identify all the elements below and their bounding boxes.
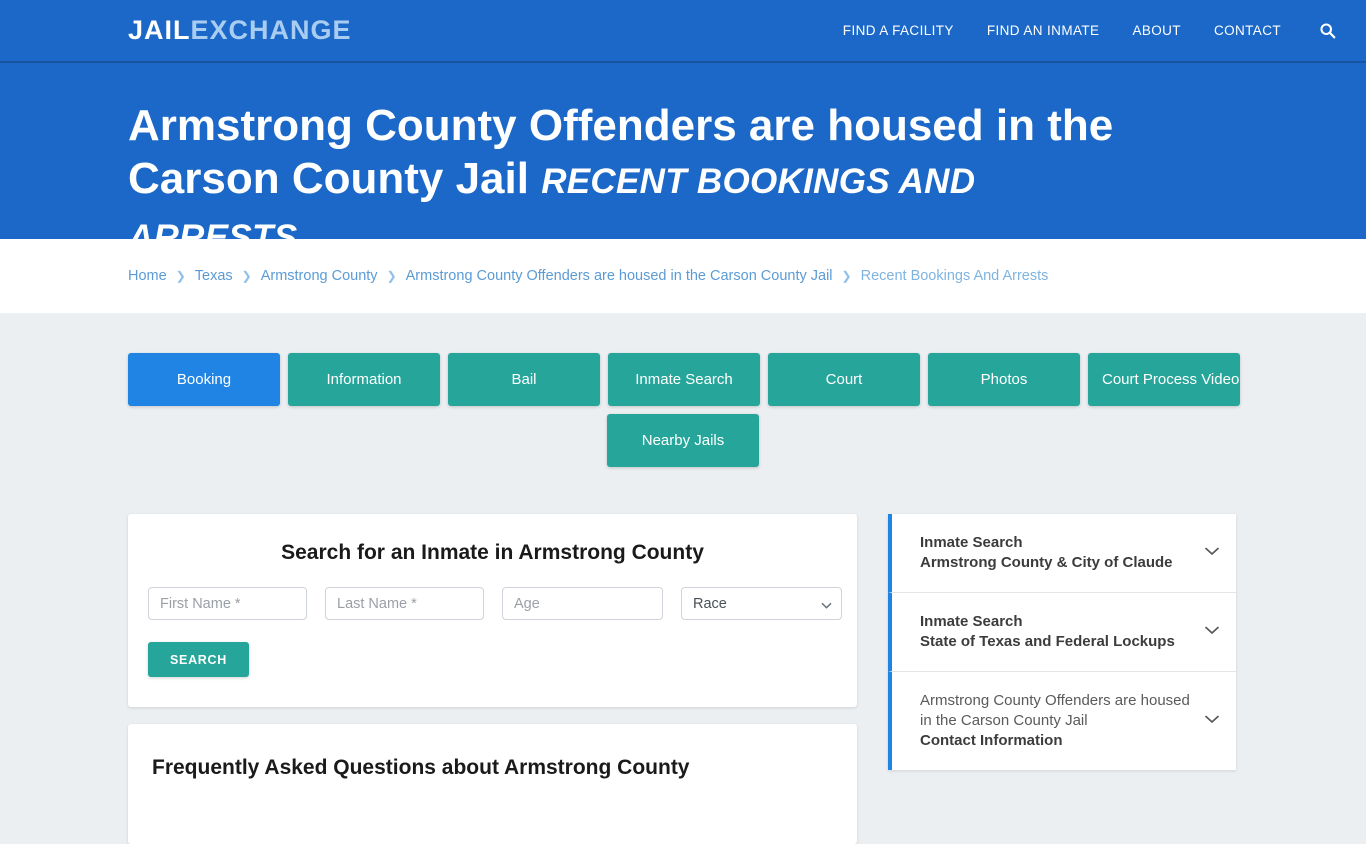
breadcrumb-item-texas[interactable]: Texas (195, 268, 233, 284)
sidebar-column: Inmate Search Armstrong County & City of… (888, 514, 1236, 770)
faq-title: Frequently Asked Questions about Armstro… (152, 756, 690, 779)
breadcrumb-separator-icon: ❯ (841, 269, 852, 283)
accordion-item-label: Inmate Search State of Texas and Federal… (920, 612, 1192, 652)
inmate-search-panel: Search for an Inmate in Armstrong County… (128, 514, 857, 707)
tab-row-primary: Booking Information Bail Inmate Search C… (128, 353, 1240, 406)
accordion-item-inmate-search-county[interactable]: Inmate Search Armstrong County & City of… (888, 514, 1236, 593)
tab-bar: Booking Information Bail Inmate Search C… (0, 313, 1366, 467)
logo-text-secondary: EXCHANGE (190, 15, 352, 45)
accordion-line-2: Contact Information (920, 732, 1063, 749)
tab-court[interactable]: Court (768, 353, 920, 406)
breadcrumb-separator-icon: ❯ (386, 269, 397, 283)
race-select-wrapper: Race (681, 587, 842, 620)
main-navbar: JAILEXCHANGE FIND A FACILITY FIND AN INM… (0, 0, 1366, 63)
tab-row-secondary: Nearby Jails (128, 414, 1238, 467)
breadcrumb-separator-icon: ❯ (175, 269, 186, 283)
tab-photos[interactable]: Photos (928, 353, 1080, 406)
tab-booking[interactable]: Booking (128, 353, 280, 406)
faq-panel: Frequently Asked Questions about Armstro… (128, 724, 857, 844)
nav-item-find-an-inmate[interactable]: FIND AN INMATE (987, 23, 1100, 38)
breadcrumb-item-current: Recent Bookings And Arrests (860, 268, 1049, 284)
accordion-item-contact-information[interactable]: Armstrong County Offenders are housed in… (888, 672, 1236, 770)
tab-nearby-jails[interactable]: Nearby Jails (607, 414, 759, 467)
site-header: JAILEXCHANGE FIND A FACILITY FIND AN INM… (0, 0, 1366, 257)
nav-item-about[interactable]: ABOUT (1132, 23, 1181, 38)
chevron-down-icon (1202, 709, 1222, 734)
inmate-search-title: Search for an Inmate in Armstrong County (281, 541, 704, 564)
logo-text-primary: JAIL (128, 15, 191, 45)
breadcrumb-item-home[interactable]: Home (128, 268, 167, 284)
nav-item-find-a-facility[interactable]: FIND A FACILITY (843, 23, 954, 38)
nav-item-contact[interactable]: CONTACT (1214, 23, 1281, 38)
breadcrumb-item-carson-county-jail[interactable]: Armstrong County Offenders are housed in… (406, 268, 833, 284)
accordion-line-1: Inmate Search (920, 534, 1023, 551)
tab-inmate-search[interactable]: Inmate Search (608, 353, 760, 406)
race-select[interactable]: Race (681, 587, 842, 620)
accordion-item-label: Armstrong County Offenders are housed in… (920, 691, 1192, 751)
accordion-line-2: State of Texas and Federal Lockups (920, 633, 1175, 650)
breadcrumb-item-armstrong-county[interactable]: Armstrong County (261, 268, 378, 284)
first-name-input[interactable] (148, 587, 307, 620)
accordion-item-inmate-search-state[interactable]: Inmate Search State of Texas and Federal… (888, 593, 1236, 672)
breadcrumb: Home ❯ Texas ❯ Armstrong County ❯ Armstr… (128, 268, 1048, 284)
site-logo[interactable]: JAILEXCHANGE (128, 15, 352, 46)
page-content: Search for an Inmate in Armstrong County… (0, 467, 1366, 844)
tab-bail[interactable]: Bail (448, 353, 600, 406)
inmate-search-fields: Race (148, 587, 842, 620)
breadcrumb-separator-icon: ❯ (241, 269, 252, 283)
chevron-down-icon (1202, 620, 1222, 645)
search-submit-button[interactable]: SEARCH (148, 642, 249, 677)
chevron-down-icon (1202, 541, 1222, 566)
tab-court-process-video[interactable]: Court Process Video (1088, 353, 1240, 406)
tab-information[interactable]: Information (288, 353, 440, 406)
accordion-line-1: Armstrong County Offenders are housed in… (920, 692, 1190, 729)
nav-links: FIND A FACILITY FIND AN INMATE ABOUT CON… (843, 22, 1346, 39)
age-input[interactable] (502, 587, 663, 620)
main-column: Search for an Inmate in Armstrong County… (128, 514, 857, 844)
accordion-item-label: Inmate Search Armstrong County & City of… (920, 533, 1192, 573)
search-icon[interactable] (1319, 22, 1336, 39)
accordion-line-1: Inmate Search (920, 613, 1023, 630)
last-name-input[interactable] (325, 587, 484, 620)
sidebar-accordion: Inmate Search Armstrong County & City of… (888, 514, 1236, 770)
page-title: Armstrong County Offenders are housed in… (128, 99, 1138, 264)
accordion-line-2: Armstrong County & City of Claude (920, 554, 1173, 571)
hero-section: Armstrong County Offenders are housed in… (0, 63, 1366, 264)
